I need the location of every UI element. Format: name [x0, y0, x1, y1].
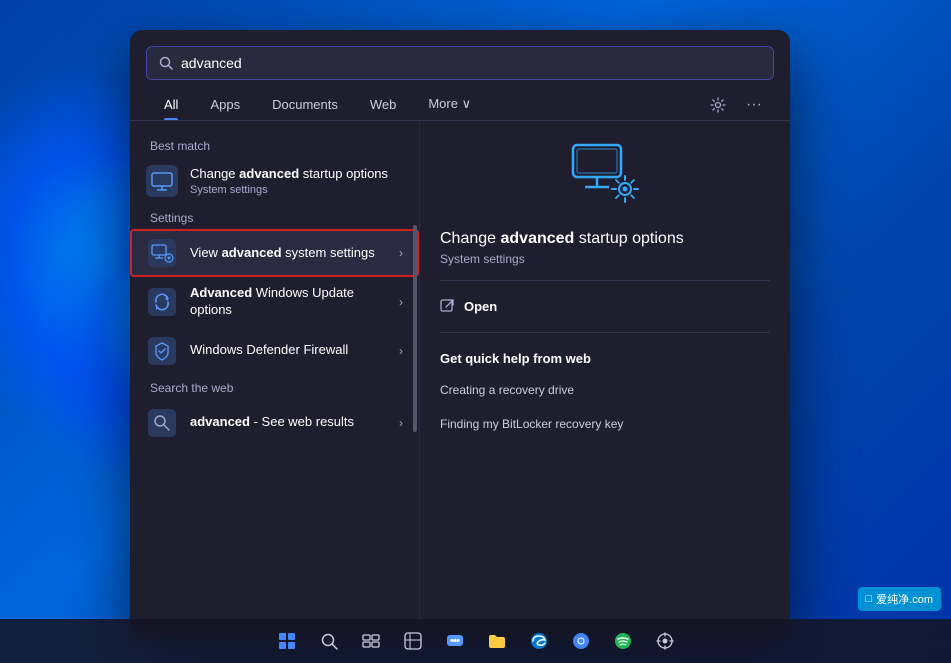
windows-defender-arrow: › [399, 344, 403, 358]
tab-all[interactable]: All [150, 91, 192, 120]
tab-web[interactable]: Web [356, 91, 411, 120]
divider-2 [440, 332, 770, 333]
web-search-icon [146, 407, 178, 439]
advanced-windows-arrow: › [399, 295, 403, 309]
taskbar-spotify[interactable] [605, 623, 641, 659]
windows-defender-text: Windows Defender Firewall [190, 342, 387, 359]
best-match-icon [146, 165, 178, 197]
web-search-title: advanced - See web results [190, 414, 387, 431]
search-value: advanced [181, 55, 761, 71]
taskbar-explorer[interactable] [479, 623, 515, 659]
scroll-thumb[interactable] [413, 225, 417, 433]
settings-label: Settings [130, 205, 419, 229]
best-match-label: Best match [130, 133, 419, 157]
result-web-search[interactable]: advanced - See web results › [130, 399, 419, 447]
preview-title: Change advanced startup options [440, 229, 770, 250]
scroll-track [413, 121, 417, 640]
settings-icon[interactable] [702, 91, 734, 119]
main-content: Best match Change advanced startup op [130, 121, 790, 640]
web-search-text: advanced - See web results [190, 414, 387, 431]
right-panel: Change advanced startup options System s… [420, 121, 790, 640]
watermark: □ 爱纯净.com [858, 587, 942, 611]
preview-icon [440, 141, 770, 209]
web-search-label: Search the web [130, 375, 419, 399]
help-title: Get quick help from web [440, 351, 770, 366]
more-options-icon[interactable]: ··· [738, 90, 770, 120]
search-icon [159, 56, 173, 70]
best-match-subtitle: System settings [190, 184, 403, 196]
preview-title-block: Change advanced startup options System s… [440, 229, 770, 266]
divider-1 [440, 280, 770, 281]
advanced-windows-icon [146, 286, 178, 318]
taskbar-start[interactable] [269, 623, 305, 659]
view-advanced-arrow: › [399, 246, 403, 260]
result-advanced-windows[interactable]: Advanced Windows Update options › [130, 277, 419, 327]
preview-subtitle: System settings [440, 252, 770, 266]
tab-more[interactable]: More ∨ [414, 90, 485, 120]
view-advanced-text: View advanced system settings [190, 245, 387, 262]
advanced-windows-title: Advanced Windows Update options [190, 285, 387, 319]
open-icon [440, 299, 454, 313]
tab-documents[interactable]: Documents [258, 91, 352, 120]
windows-defender-title: Windows Defender Firewall [190, 342, 387, 359]
tab-bar: All Apps Documents Web More ∨ ··· [130, 80, 790, 121]
view-advanced-icon [146, 237, 178, 269]
watermark-text: 爱纯净.com [876, 591, 933, 607]
help-link-1[interactable]: Creating a recovery drive [440, 380, 770, 400]
view-advanced-title: View advanced system settings [190, 245, 387, 262]
result-view-advanced[interactable]: View advanced system settings › [130, 229, 419, 277]
taskbar-chat[interactable] [437, 623, 473, 659]
tab-apps[interactable]: Apps [196, 91, 254, 120]
watermark-icon: □ [866, 593, 873, 605]
taskbar-chrome[interactable] [563, 623, 599, 659]
action-open[interactable]: Open [440, 295, 770, 318]
open-label: Open [464, 299, 497, 314]
result-best-match[interactable]: Change advanced startup options System s… [130, 157, 419, 205]
result-windows-defender[interactable]: Windows Defender Firewall › [130, 327, 419, 375]
advanced-windows-text: Advanced Windows Update options [190, 285, 387, 319]
best-match-title: Change advanced startup options [190, 166, 403, 183]
search-bar[interactable]: advanced [146, 46, 774, 80]
taskbar-edge[interactable] [521, 623, 557, 659]
taskbar [0, 619, 951, 663]
taskbar-search[interactable] [311, 623, 347, 659]
taskbar-settings-app[interactable] [647, 623, 683, 659]
help-link-2[interactable]: Finding my BitLocker recovery key [440, 414, 770, 434]
start-menu: advanced All Apps Documents Web More ∨ ·… [130, 30, 790, 640]
windows-defender-icon [146, 335, 178, 367]
taskbar-widgets[interactable] [395, 623, 431, 659]
best-match-text: Change advanced startup options System s… [190, 166, 403, 196]
web-search-arrow: › [399, 416, 403, 430]
taskbar-taskview[interactable] [353, 623, 389, 659]
left-panel: Best match Change advanced startup op [130, 121, 420, 640]
